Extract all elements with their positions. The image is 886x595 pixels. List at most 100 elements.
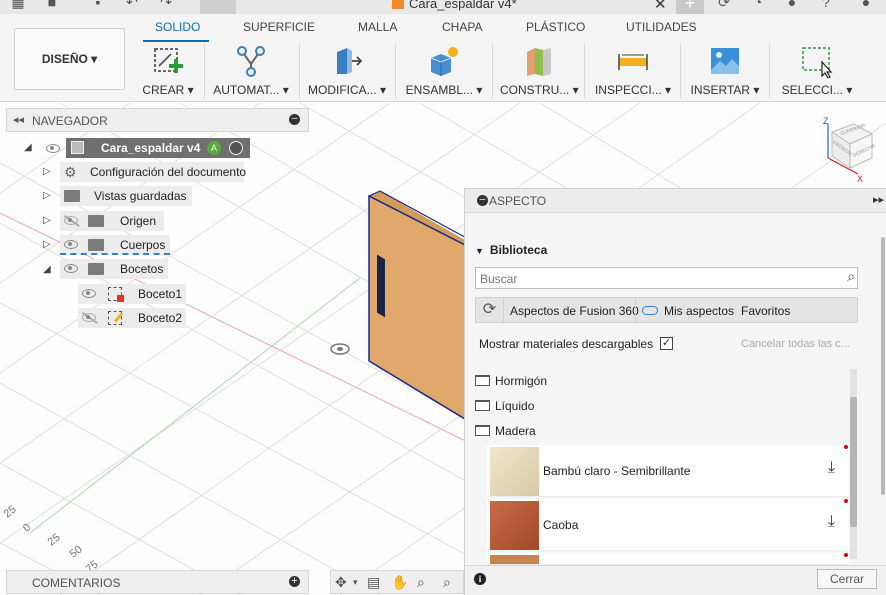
nav-item-document-settings[interactable]: ⚙ Configuración del documento xyxy=(60,162,247,182)
tab-plastico[interactable]: PLÁSTICO xyxy=(526,20,585,34)
workspace-tabs: SOLIDO SUPERFICIE MALLA CHAPA PLÁSTICO U… xyxy=(0,20,886,38)
navigator-header[interactable]: ◂◂ NAVEGADOR – xyxy=(6,108,309,132)
show-downloadable-label: Mostrar materiales descargables xyxy=(479,337,654,351)
tab-superficie[interactable]: SUPERFICIE xyxy=(243,20,315,34)
comments-bar[interactable]: COMENTARIOS + xyxy=(6,570,309,594)
material-item[interactable] xyxy=(487,553,849,565)
expand-triangle-icon[interactable]: ▷ xyxy=(43,190,51,201)
nav-item-sketches[interactable]: Bocetos xyxy=(60,259,168,279)
app-grid-icon[interactable]: ▦ xyxy=(10,0,26,10)
search-icon[interactable]: ⌕ xyxy=(847,268,855,285)
materials-scrollbar-thumb[interactable] xyxy=(850,397,857,527)
nav-item-bodies[interactable]: Cuerpos xyxy=(60,235,170,255)
tab-utilidades[interactable]: UTILIDADES xyxy=(626,20,697,34)
inspect-icon xyxy=(618,54,648,70)
download-icon[interactable]: ⤓ xyxy=(828,459,835,477)
active-component-icon[interactable]: A xyxy=(207,141,221,155)
nav-root-label: Cara_espaldar v4 xyxy=(101,141,201,155)
tab-favorites[interactable]: Favoritos xyxy=(741,304,790,318)
navigator-title: NAVEGADOR xyxy=(32,114,108,128)
hidden-eye-icon[interactable] xyxy=(64,216,78,225)
file-menu-icon[interactable]: ■ xyxy=(44,0,60,10)
hidden-eye-icon[interactable] xyxy=(82,313,96,322)
new-tab-button[interactable]: + xyxy=(676,0,704,14)
expand-triangle-icon[interactable]: ▷ xyxy=(43,215,51,226)
avatar[interactable]: ● xyxy=(858,0,874,10)
material-label: Caoba xyxy=(543,518,579,532)
info-icon[interactable]: i xyxy=(474,573,486,585)
category-hormigon[interactable]: Hormigón xyxy=(475,374,547,388)
automate-label: AUTOMAT... ▾ xyxy=(213,83,289,97)
nav-item-saved-views[interactable]: Vistas guardadas xyxy=(60,186,192,206)
expand-panel-icon[interactable]: ▸▸ xyxy=(873,193,884,206)
tab-malla[interactable]: MALLA xyxy=(358,20,397,34)
category-label: Hormigón xyxy=(495,374,548,388)
nav-item-origin[interactable]: Origen xyxy=(60,211,164,231)
orbit-icon[interactable]: ✥ xyxy=(335,574,347,591)
download-icon[interactable]: ⤓ xyxy=(828,513,835,531)
cancel-all-downloads-link[interactable]: Cancelar todas las c... xyxy=(741,338,850,350)
visibility-eye-icon[interactable] xyxy=(64,264,78,273)
assemble-tool[interactable]: ENSAMBL... ▾ xyxy=(404,42,484,100)
nav-item-sketch1[interactable]: Boceto1 xyxy=(78,284,186,304)
collapse-triangle-icon[interactable]: ◢ xyxy=(24,142,32,153)
close-button[interactable]: Cerrar xyxy=(817,569,877,589)
pan-icon[interactable]: ✋ xyxy=(391,574,408,591)
aspect-header[interactable]: – ASPECTO ▸▸ xyxy=(465,189,886,213)
tab-chapa[interactable]: CHAPA xyxy=(442,20,482,34)
show-downloadable-checkbox[interactable]: ✓ xyxy=(660,337,673,350)
material-item[interactable]: Bambú claro - Semibrillante ⤓ xyxy=(487,445,849,497)
inspect-tool[interactable]: INSPECCI... ▾ xyxy=(594,42,672,100)
visibility-eye-icon[interactable] xyxy=(64,240,78,249)
view-cube[interactable]: Z X SUPERIOR FRONTAL DERECHA xyxy=(820,116,882,186)
expand-triangle-icon[interactable]: ▷ xyxy=(43,239,51,250)
construct-tool[interactable]: CONSTRU... ▾ xyxy=(500,42,579,100)
nav-item-sketch2[interactable]: Boceto2 xyxy=(78,308,186,328)
fit-icon[interactable]: ⌕ xyxy=(443,574,451,591)
zoom-icon[interactable]: ⌕ xyxy=(417,574,425,591)
library-header[interactable]: ▼ Biblioteca xyxy=(475,243,547,257)
nav-root-item[interactable]: Cara_espaldar v4 A xyxy=(66,138,250,158)
refresh-icon[interactable]: ⟳ xyxy=(476,298,504,322)
collapse-triangle-icon[interactable]: ◢ xyxy=(43,264,51,275)
collapse-navigator-icon[interactable]: ◂◂ xyxy=(13,113,24,126)
activate-radio-icon[interactable] xyxy=(229,141,243,155)
collapse-triangle-icon: ▼ xyxy=(475,246,484,256)
close-tab-icon[interactable]: ✕ xyxy=(654,0,667,13)
home-tab[interactable] xyxy=(200,0,236,14)
search-input[interactable]: Buscar ⌕ xyxy=(475,267,858,289)
create-tool[interactable]: CREAR ▾ xyxy=(140,42,196,100)
notification-bell-icon[interactable]: ● xyxy=(784,0,800,10)
folder-icon xyxy=(88,263,104,275)
category-liquido[interactable]: Líquido xyxy=(475,399,534,413)
nav-item-label: Configuración del documento xyxy=(90,165,247,179)
panel-scrollbar[interactable] xyxy=(881,237,885,495)
document-tab[interactable]: Cara_espaldar v4* xyxy=(392,0,517,11)
divider xyxy=(584,44,585,98)
automate-tool[interactable]: AUTOMAT... ▾ xyxy=(212,42,290,100)
insert-tool[interactable]: INSERTAR ▾ xyxy=(690,42,760,100)
minimize-icon[interactable]: – xyxy=(477,195,488,206)
tab-solido[interactable]: SOLIDO xyxy=(155,20,200,34)
redo-icon[interactable]: ↷ xyxy=(158,0,174,10)
look-at-icon[interactable]: ▤ xyxy=(367,574,380,591)
refresh-icon[interactable]: ⟳ xyxy=(716,0,732,10)
workspace-design-button[interactable]: DISEÑO ▾ xyxy=(14,28,125,90)
modify-tool[interactable]: MODIFICA... ▾ xyxy=(307,42,387,100)
orbit-dropdown-icon[interactable]: ▾ xyxy=(353,577,358,588)
select-tool[interactable]: SELECCI... ▾ xyxy=(780,42,854,100)
material-item[interactable]: Caoba ⤓ xyxy=(487,499,849,551)
minimize-icon[interactable]: – xyxy=(289,114,300,125)
clock-icon[interactable]: ◔ xyxy=(750,0,766,10)
help-icon[interactable]: ? xyxy=(818,0,834,10)
tab-fusion-aspects[interactable]: Aspectos de Fusion 360 xyxy=(510,304,639,318)
select-label: SELECCI... ▾ xyxy=(781,83,853,97)
tab-my-aspects[interactable]: Mis aspectos xyxy=(664,304,734,318)
save-icon[interactable]: ▪ xyxy=(90,0,106,10)
expand-triangle-icon[interactable]: ▷ xyxy=(43,166,51,177)
undo-icon[interactable]: ↶ xyxy=(124,0,140,10)
add-comment-icon[interactable]: + xyxy=(289,576,300,587)
category-madera[interactable]: Madera xyxy=(475,424,536,438)
visibility-eye-icon[interactable] xyxy=(46,144,60,153)
visibility-eye-icon[interactable] xyxy=(82,289,96,298)
